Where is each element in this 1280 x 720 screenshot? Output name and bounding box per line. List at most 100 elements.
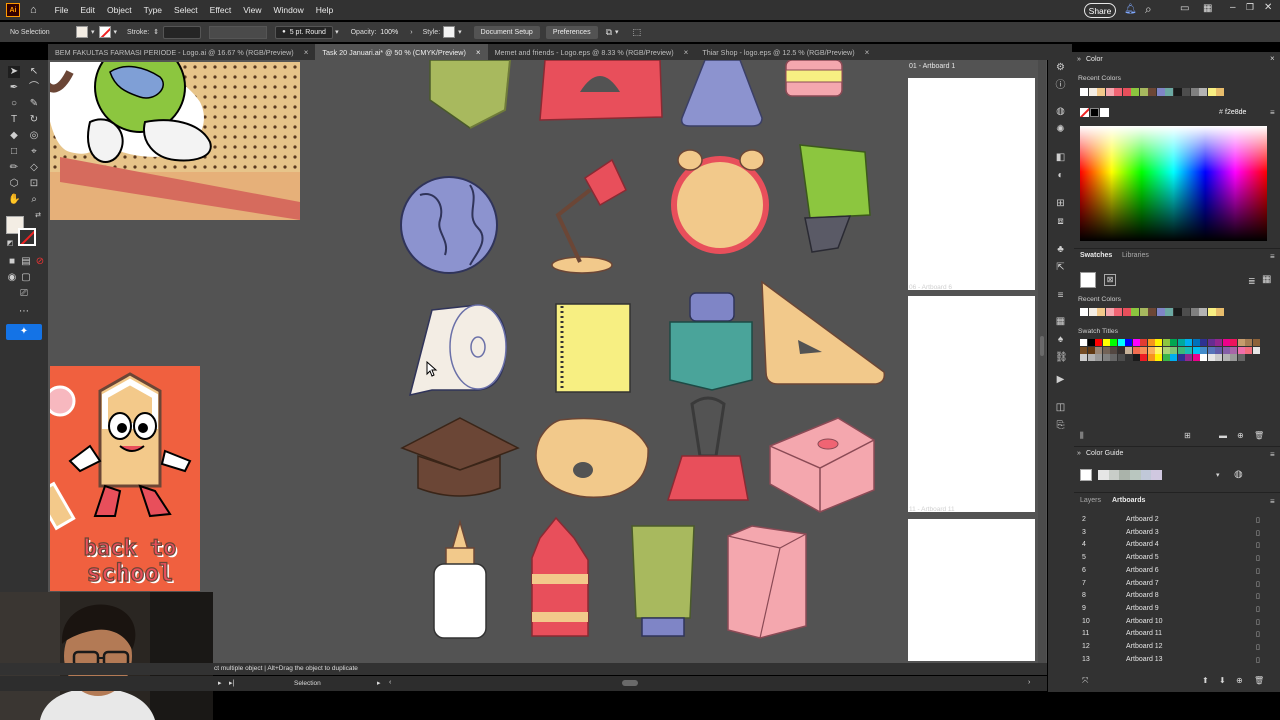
swatch-chip[interactable] bbox=[1117, 346, 1125, 354]
close-icon[interactable]: ✕ bbox=[1264, 2, 1272, 13]
swatch-chip[interactable] bbox=[1125, 354, 1132, 361]
swatch-chip[interactable] bbox=[1185, 354, 1192, 361]
swatch-chip[interactable] bbox=[1192, 354, 1200, 361]
recent-color-swatch[interactable] bbox=[1080, 88, 1088, 96]
tab-thiar-shop-logo[interactable]: Thiar Shop - logo.eps @ 12.5 % (RGB/Prev… bbox=[695, 44, 876, 60]
artboard-options-icon[interactable]: ▯ bbox=[1256, 618, 1260, 626]
direct-selection-tool-icon[interactable]: ↖ bbox=[28, 66, 40, 78]
recent-color-swatch[interactable] bbox=[1173, 308, 1182, 316]
hex-value-input[interactable]: f2e8de bbox=[1225, 109, 1246, 116]
swatch-grid[interactable] bbox=[1080, 339, 1270, 385]
color-wheel-icon[interactable]: ◍ bbox=[1234, 469, 1243, 480]
swatch-chip[interactable] bbox=[1080, 346, 1087, 354]
recent-color-swatch[interactable] bbox=[1182, 88, 1190, 96]
graphic-styles-icon[interactable]: ✺ bbox=[1055, 124, 1066, 135]
swatch-chip[interactable] bbox=[1215, 339, 1222, 346]
paint-tube-icon[interactable] bbox=[631, 525, 695, 637]
search-icon[interactable]: ⌕ bbox=[1145, 2, 1152, 17]
swatch-chip[interactable] bbox=[1230, 339, 1237, 346]
recent-color-swatch[interactable] bbox=[1148, 88, 1156, 96]
artboard-row[interactable]: 2 Artboard 2 ▯ bbox=[1082, 516, 1272, 528]
swatch-chip[interactable] bbox=[1102, 346, 1110, 354]
swatch-chip[interactable] bbox=[1192, 346, 1200, 354]
grid-view-icon[interactable]: ▦ bbox=[1262, 274, 1271, 285]
asset-export-icon[interactable]: ⎘ bbox=[1055, 420, 1066, 431]
share-button[interactable]: Share bbox=[1084, 3, 1116, 18]
swatch-chip[interactable] bbox=[1222, 346, 1230, 354]
tab-swatches[interactable]: Swatches bbox=[1080, 252, 1112, 259]
glue-bottle-icon[interactable] bbox=[433, 519, 487, 639]
artboard-options-icon[interactable]: ▯ bbox=[1256, 516, 1260, 524]
recent-color-swatch[interactable] bbox=[1199, 88, 1207, 96]
recent-color-swatch[interactable] bbox=[1156, 88, 1165, 96]
preferences-button[interactable]: Preferences bbox=[545, 25, 598, 39]
color-spectrum[interactable] bbox=[1080, 126, 1267, 241]
swatch-chip[interactable] bbox=[1095, 339, 1102, 346]
reference-image-sticker[interactable]: back to school bbox=[50, 366, 200, 591]
brush-definition[interactable]: ● 5 pt. Round bbox=[275, 25, 334, 39]
swatch-chip[interactable] bbox=[1207, 354, 1215, 361]
rotate-tool-icon[interactable]: ↻ bbox=[28, 114, 40, 126]
menu-object[interactable]: Object bbox=[107, 5, 132, 15]
recent-color-swatch[interactable] bbox=[1182, 308, 1190, 316]
close-icon[interactable]: × bbox=[1270, 54, 1275, 63]
swatch-chip[interactable] bbox=[1132, 346, 1140, 354]
move-up-icon[interactable]: ⬆ bbox=[1202, 676, 1209, 685]
swatch-chip[interactable] bbox=[1155, 354, 1162, 361]
eraser-icon-art[interactable] bbox=[785, 60, 843, 97]
chevron-down-icon[interactable]: ▾ bbox=[458, 28, 462, 36]
swatch-chip[interactable] bbox=[1200, 346, 1207, 354]
swatch-chip[interactable] bbox=[1162, 339, 1170, 346]
recent-color-swatch[interactable] bbox=[1105, 88, 1114, 96]
transform-icon[interactable]: ⬚ bbox=[633, 27, 642, 38]
actions-icon[interactable]: ▶ bbox=[1055, 374, 1066, 385]
pathfinder-icon[interactable]: ⧈ bbox=[1055, 216, 1066, 227]
chevron-down-icon[interactable]: ▾ bbox=[114, 28, 118, 36]
workspace-icon[interactable]: ▦ bbox=[1203, 3, 1212, 14]
desk-lamp-icon[interactable] bbox=[551, 158, 627, 274]
swap-colors-icon[interactable]: ⇄ bbox=[32, 210, 44, 222]
artboard-row[interactable]: 11 Artboard 11 ▯ bbox=[1082, 630, 1272, 642]
menu-effect[interactable]: Effect bbox=[210, 5, 232, 15]
draw-mode-icon[interactable]: ◉ bbox=[6, 272, 18, 284]
swatch-chip[interactable] bbox=[1125, 339, 1132, 346]
recent-color-swatch[interactable] bbox=[1114, 308, 1122, 316]
document-setup-button[interactable]: Document Setup bbox=[473, 25, 540, 39]
swatch-chip[interactable] bbox=[1252, 339, 1260, 346]
last-artboard-icon[interactable]: ▸| bbox=[229, 679, 234, 687]
recent-color-swatch[interactable] bbox=[1105, 308, 1114, 316]
panel-menu-icon[interactable]: ≡ bbox=[1270, 497, 1275, 506]
new-artboard-icon[interactable]: ⊕ bbox=[1236, 676, 1243, 685]
recent-color-swatch[interactable] bbox=[1080, 308, 1088, 316]
recent-color-swatch[interactable] bbox=[1148, 308, 1156, 316]
transform-panel-icon[interactable]: ▦ bbox=[1055, 316, 1066, 327]
chevron-right-icon[interactable]: ▸ bbox=[377, 679, 381, 687]
panel-menu-icon[interactable]: ≡ bbox=[1270, 252, 1275, 261]
draw-inside-icon[interactable]: ▢ bbox=[20, 272, 32, 284]
globe-icon-art[interactable] bbox=[400, 176, 498, 274]
hand-tool-icon[interactable]: ✋ bbox=[8, 194, 20, 206]
tab-libraries[interactable]: Libraries bbox=[1122, 252, 1149, 259]
close-icon[interactable]: × bbox=[304, 48, 309, 57]
tab-bem-logo[interactable]: BEM FAKULTAS FARMASI PERIODE - Logo.ai @… bbox=[48, 44, 315, 60]
artboard-options-icon[interactable]: ▯ bbox=[1256, 656, 1260, 664]
recent-color-swatch[interactable] bbox=[1114, 88, 1122, 96]
recent-color-swatch[interactable] bbox=[1165, 88, 1173, 96]
tab-memet-logo[interactable]: Memet and friends - Logo.eps @ 8.33 % (R… bbox=[488, 44, 696, 60]
recent-color-swatch[interactable] bbox=[1207, 88, 1216, 96]
book-icon[interactable] bbox=[429, 60, 511, 129]
library-icon[interactable]: ⫼ bbox=[1080, 431, 1084, 441]
color-guide-title[interactable]: Color Guide bbox=[1086, 450, 1123, 457]
color-panel-title[interactable]: Color bbox=[1086, 56, 1103, 63]
artboard-options-icon[interactable]: ▯ bbox=[1256, 541, 1260, 549]
artboard-6[interactable] bbox=[908, 296, 1035, 512]
close-icon[interactable]: × bbox=[865, 48, 870, 57]
artboard-row[interactable]: 8 Artboard 8 ▯ bbox=[1082, 592, 1272, 604]
canvas-area[interactable]: back to school 01 - Artboard 1 06 - Artb… bbox=[48, 60, 1047, 663]
binder-clip-icon[interactable] bbox=[666, 396, 749, 501]
chevron-left-icon[interactable]: ‹ bbox=[389, 679, 391, 686]
artboard-11[interactable] bbox=[908, 519, 1035, 661]
swatch-chip[interactable] bbox=[1080, 339, 1087, 346]
stroke-weight-stepper[interactable]: ⇕ bbox=[153, 28, 159, 36]
recent-color-swatch[interactable] bbox=[1207, 308, 1216, 316]
